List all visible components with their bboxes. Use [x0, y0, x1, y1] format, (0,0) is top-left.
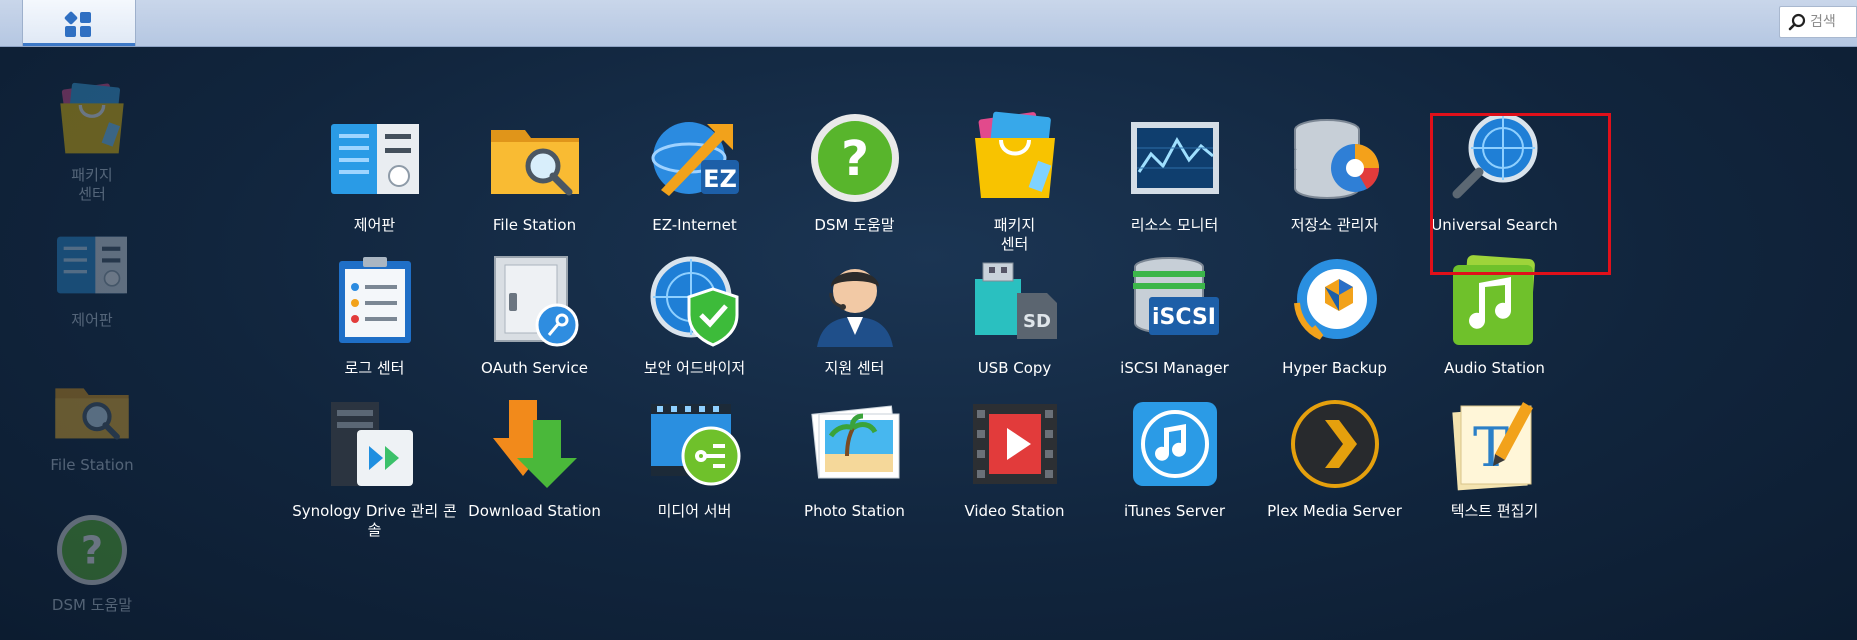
app-dsm-help[interactable]: ? DSM 도움말 — [767, 110, 942, 235]
photo-station-icon — [807, 396, 903, 492]
desktop-shortcut-dsm-help[interactable]: ? DSM 도움말 — [37, 510, 147, 615]
app-label: Download Station — [468, 502, 601, 520]
file-station-icon — [52, 370, 132, 450]
app-label: 저장소 관리자 — [1290, 216, 1379, 234]
app-label: Plex Media Server — [1267, 502, 1402, 520]
file-station-icon — [487, 110, 583, 206]
app-hyper-backup[interactable]: Hyper Backup — [1247, 253, 1422, 378]
media-server-icon — [647, 396, 743, 492]
app-package-center[interactable]: 패키지 센터 — [927, 110, 1102, 254]
desktop-shortcut-package-center[interactable]: 패키지 센터 — [37, 80, 147, 204]
app-label: Video Station — [964, 502, 1065, 520]
app-file-station[interactable]: File Station — [447, 110, 622, 235]
app-label: OAuth Service — [481, 359, 588, 377]
app-itunes-server[interactable]: iTunes Server — [1087, 396, 1262, 521]
app-label: Photo Station — [804, 502, 905, 520]
app-label: iSCSI Manager — [1120, 359, 1229, 377]
video-station-icon — [967, 396, 1063, 492]
shortcut-label: DSM 도움말 — [51, 596, 133, 614]
ez-internet-icon: EZ — [647, 110, 743, 206]
app-label: 미디어 서버 — [657, 502, 732, 520]
hyper-backup-icon — [1287, 253, 1383, 349]
dsm-help-icon: ? — [52, 510, 132, 590]
app-label: 지원 센터 — [824, 359, 885, 377]
app-label: 제어판 — [353, 216, 396, 234]
app-text-editor[interactable]: T 텍스트 편집기 — [1407, 396, 1582, 521]
app-storage-manager[interactable]: 저장소 관리자 — [1247, 110, 1422, 235]
app-label: File Station — [492, 216, 577, 234]
iscsi-manager-icon: iSCSI — [1127, 253, 1223, 349]
app-audio-station[interactable]: Audio Station — [1407, 253, 1582, 378]
universal-search-icon — [1447, 110, 1543, 206]
app-label: 패키지 센터 — [993, 216, 1036, 253]
shortcut-label: 제어판 — [71, 311, 113, 329]
svg-text:iSCSI: iSCSI — [1152, 305, 1216, 330]
download-station-icon — [487, 396, 583, 492]
control-panel-icon — [52, 225, 132, 305]
svg-text:?: ? — [81, 528, 103, 573]
package-center-icon — [967, 110, 1063, 206]
svg-text:EZ: EZ — [703, 165, 737, 193]
main-menu-button[interactable] — [22, 0, 136, 46]
app-label: Universal Search — [1431, 216, 1558, 234]
dsm-help-icon: ? — [807, 110, 903, 206]
search-box[interactable] — [1779, 6, 1857, 38]
oauth-service-icon — [487, 253, 583, 349]
app-ez-internet[interactable]: EZ EZ-Internet — [607, 110, 782, 235]
app-oauth-service[interactable]: OAuth Service — [447, 253, 622, 378]
text-editor-icon: T — [1447, 396, 1543, 492]
shortcut-label: 패키지 센터 — [71, 166, 113, 203]
app-label: USB Copy — [977, 359, 1052, 377]
app-video-station[interactable]: Video Station — [927, 396, 1102, 521]
app-download-station[interactable]: Download Station — [447, 396, 622, 521]
package-center-icon — [52, 80, 132, 160]
shortcut-label: File Station — [50, 456, 134, 474]
search-input[interactable] — [1810, 14, 1850, 30]
main-menu-icon — [64, 11, 91, 37]
support-center-icon — [807, 253, 903, 349]
app-security-advisor[interactable]: 보안 어드바이저 — [607, 253, 782, 378]
app-media-server[interactable]: 미디어 서버 — [607, 396, 782, 521]
app-label: 리소스 모니터 — [1130, 216, 1219, 234]
control-panel-icon — [327, 110, 423, 206]
app-label: Audio Station — [1444, 359, 1545, 377]
app-label: 보안 어드바이저 — [643, 359, 746, 377]
log-center-icon — [327, 253, 423, 349]
audio-station-icon — [1447, 253, 1543, 349]
plex-media-server-icon — [1287, 396, 1383, 492]
usb-copy-icon: SD — [967, 253, 1063, 349]
svg-text:?: ? — [841, 131, 869, 187]
app-usb-copy[interactable]: SD USB Copy — [927, 253, 1102, 378]
search-icon — [1788, 13, 1806, 31]
app-label: iTunes Server — [1123, 502, 1226, 520]
security-advisor-icon — [647, 253, 743, 349]
app-resource-monitor[interactable]: 리소스 모니터 — [1087, 110, 1262, 235]
app-log-center[interactable]: 로그 센터 — [287, 253, 462, 378]
app-label: DSM 도움말 — [814, 216, 895, 234]
app-label: 로그 센터 — [344, 359, 405, 377]
app-plex-media-server[interactable]: Plex Media Server — [1247, 396, 1422, 521]
app-iscsi-manager[interactable]: iSCSI iSCSI Manager — [1087, 253, 1262, 378]
synology-drive-admin-icon — [327, 396, 423, 492]
app-support-center[interactable]: 지원 센터 — [767, 253, 942, 378]
storage-manager-icon — [1287, 110, 1383, 206]
desktop-shortcut-control-panel[interactable]: 제어판 — [37, 225, 147, 330]
resource-monitor-icon — [1127, 110, 1223, 206]
app-label: Synology Drive 관리 콘 솔 — [292, 502, 457, 539]
desktop-shortcut-file-station[interactable]: File Station — [37, 370, 147, 475]
app-control-panel[interactable]: 제어판 — [287, 110, 462, 235]
taskbar — [0, 0, 1857, 47]
app-synology-drive-admin[interactable]: Synology Drive 관리 콘 솔 — [287, 396, 462, 540]
app-universal-search[interactable]: Universal Search — [1407, 110, 1582, 235]
svg-text:SD: SD — [1023, 311, 1051, 332]
app-photo-station[interactable]: Photo Station — [767, 396, 942, 521]
app-label: Hyper Backup — [1282, 359, 1387, 377]
itunes-server-icon — [1127, 396, 1223, 492]
app-label: 텍스트 편집기 — [1450, 502, 1539, 520]
app-label: EZ-Internet — [652, 216, 737, 234]
